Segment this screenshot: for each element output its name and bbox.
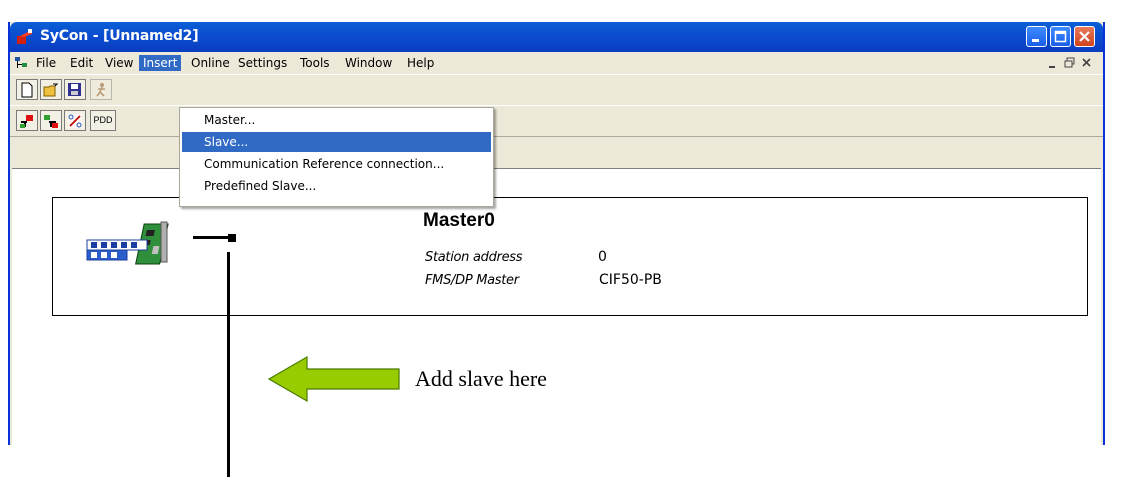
insert-toolbar: PDD bbox=[10, 105, 1103, 137]
maximize-button[interactable] bbox=[1050, 26, 1071, 47]
menu-edit[interactable]: Edit bbox=[66, 55, 97, 71]
new-button[interactable] bbox=[16, 79, 38, 100]
maximize-icon bbox=[1054, 30, 1067, 43]
mdi-restore-icon[interactable] bbox=[1064, 57, 1076, 69]
bus-stub bbox=[193, 236, 233, 239]
insert-master-icon bbox=[20, 115, 33, 128]
bus-line[interactable] bbox=[227, 252, 230, 477]
save-disk-icon bbox=[68, 83, 81, 96]
minimize-icon bbox=[1032, 39, 1039, 42]
menu-tools[interactable]: Tools bbox=[296, 55, 334, 71]
menu-window[interactable]: Window bbox=[341, 55, 396, 71]
menu-option-predefined-slave[interactable]: Predefined Slave... bbox=[182, 176, 491, 196]
document-window-icon[interactable] bbox=[14, 56, 28, 70]
open-folder-icon bbox=[43, 83, 59, 97]
master-name: Master0 bbox=[423, 210, 495, 231]
standard-toolbar bbox=[10, 74, 1103, 106]
close-button[interactable] bbox=[1074, 26, 1095, 47]
annotation-text: Add slave here bbox=[415, 366, 547, 391]
insert-slave-icon bbox=[44, 115, 58, 128]
mdi-minimize-icon[interactable] bbox=[1048, 59, 1058, 69]
sycon-app-icon[interactable] bbox=[16, 28, 34, 46]
new-document-icon bbox=[21, 82, 33, 98]
pdd-button[interactable]: PDD bbox=[90, 110, 116, 131]
open-button[interactable] bbox=[40, 79, 62, 100]
master-node[interactable]: Master0 Station address 0 FMS/DP Master … bbox=[52, 197, 1088, 316]
menu-option-slave[interactable]: Slave... bbox=[182, 132, 491, 152]
app-window: SyCon - [Unnamed2] File Edit View Insert… bbox=[8, 22, 1105, 477]
minimize-button[interactable] bbox=[1026, 26, 1047, 47]
master-type-value: CIF50-PB bbox=[599, 272, 662, 288]
running-man-icon bbox=[96, 83, 105, 97]
station-address-value: 0 bbox=[598, 249, 607, 265]
settings-percent-button[interactable] bbox=[64, 110, 86, 131]
green-arrow-icon bbox=[267, 355, 400, 403]
menu-option-master[interactable]: Master... bbox=[182, 110, 491, 130]
insert-dropdown-menu: Master... Slave... Communication Referen… bbox=[179, 107, 494, 207]
run-button[interactable] bbox=[90, 79, 112, 100]
menu-view[interactable]: View bbox=[101, 55, 137, 71]
menu-online[interactable]: Online bbox=[187, 55, 234, 71]
close-icon bbox=[1079, 31, 1090, 42]
menu-help[interactable]: Help bbox=[403, 55, 438, 71]
profibus-card-icon bbox=[86, 221, 169, 265]
menu-bar: File Edit View Insert Online Settings To… bbox=[10, 52, 1103, 74]
bus-connection-point[interactable] bbox=[228, 234, 236, 242]
percent-icon bbox=[68, 114, 82, 128]
station-address-label: Station address bbox=[425, 250, 523, 265]
insert-slave-button[interactable] bbox=[40, 110, 62, 131]
network-view[interactable]: Master0 Station address 0 FMS/DP Master … bbox=[12, 168, 1101, 477]
window-title: SyCon - [Unnamed2] bbox=[40, 28, 199, 44]
master-type-label: FMS/DP Master bbox=[425, 273, 519, 288]
menu-file[interactable]: File bbox=[32, 55, 60, 71]
mdi-close-icon[interactable] bbox=[1082, 58, 1092, 68]
menu-option-communication-reference[interactable]: Communication Reference connection... bbox=[182, 154, 491, 174]
menu-insert[interactable]: Insert bbox=[139, 55, 182, 71]
menu-settings[interactable]: Settings bbox=[234, 55, 291, 71]
title-bar[interactable]: SyCon - [Unnamed2] bbox=[10, 22, 1103, 52]
save-button[interactable] bbox=[64, 79, 86, 100]
insert-master-button[interactable] bbox=[16, 110, 38, 131]
